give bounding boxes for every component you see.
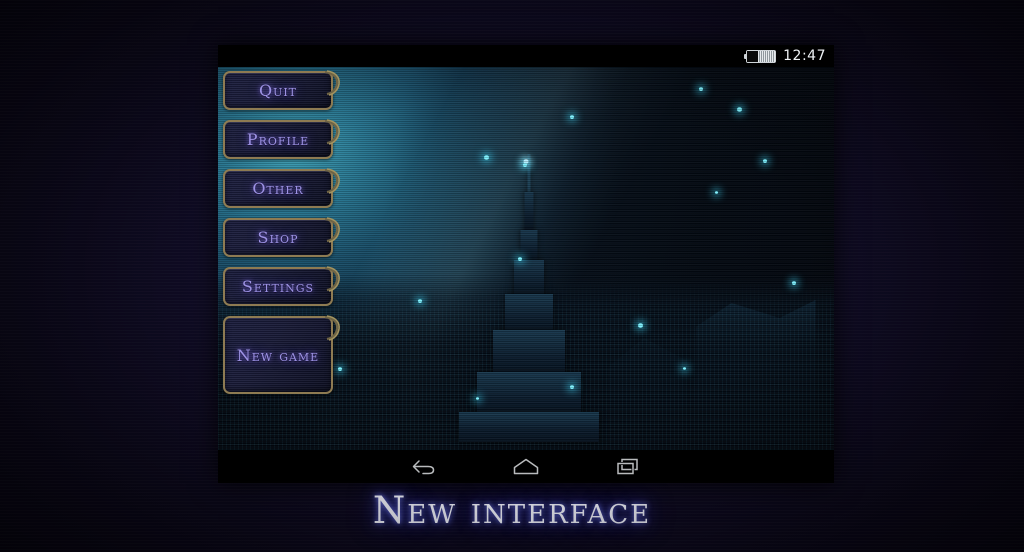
menu-button-new-game[interactable]: New game	[223, 315, 340, 394]
glow-particle	[638, 323, 643, 328]
glow-particle	[699, 87, 703, 91]
central-spire	[459, 152, 600, 443]
glow-particle	[737, 107, 742, 112]
glow-particle	[418, 299, 422, 303]
glow-particle	[763, 159, 767, 163]
scroll-ornament-icon	[324, 168, 340, 194]
menu-button-label: Other	[252, 179, 304, 198]
menu-button-shop[interactable]: Shop	[223, 217, 340, 257]
glow-particle	[518, 257, 522, 261]
status-bar: 12:47	[218, 45, 834, 67]
scroll-ornament-icon	[324, 217, 340, 243]
nav-back-button[interactable]	[407, 454, 441, 480]
glow-particle	[570, 115, 574, 119]
scroll-ornament-icon	[324, 315, 340, 341]
glow-particle	[484, 155, 489, 160]
glow-particle	[570, 385, 574, 389]
tablet-screen: Quit Profile Other Shop Settings New gam…	[218, 45, 834, 483]
scroll-ornament-icon	[324, 70, 340, 96]
menu-button-label: Shop	[257, 228, 299, 247]
menu-button-label: Settings	[241, 277, 315, 296]
menu-button-settings[interactable]: Settings	[223, 266, 340, 306]
glow-particle	[792, 281, 796, 285]
nav-recents-button[interactable]	[611, 454, 645, 480]
menu-button-label: Profile	[246, 130, 310, 149]
page-title: New interface	[372, 489, 652, 532]
glow-particle	[683, 367, 686, 370]
status-bar-clock: 12:47	[783, 48, 826, 64]
nav-home-button[interactable]	[509, 454, 543, 480]
glow-particle	[523, 163, 527, 167]
menu-button-profile[interactable]: Profile	[223, 119, 340, 159]
back-arrow-icon	[412, 459, 435, 474]
main-menu: Quit Profile Other Shop Settings New gam…	[223, 70, 351, 404]
menu-button-label: Quit	[258, 81, 298, 100]
scroll-ornament-icon	[324, 119, 340, 145]
status-bar-right-cluster: 12:47	[744, 45, 826, 67]
battery-icon	[744, 49, 777, 63]
scroll-ornament-icon	[324, 266, 340, 292]
android-nav-bar	[218, 450, 834, 483]
glow-particle	[715, 191, 718, 194]
menu-button-quit[interactable]: Quit	[223, 70, 340, 110]
menu-button-label: New game	[236, 345, 320, 365]
home-icon	[513, 458, 539, 474]
recents-icon	[616, 458, 638, 475]
glow-particle	[476, 397, 479, 400]
menu-button-other[interactable]: Other	[223, 168, 340, 208]
desktop-wallpaper: Quit Profile Other Shop Settings New gam…	[0, 0, 1024, 552]
